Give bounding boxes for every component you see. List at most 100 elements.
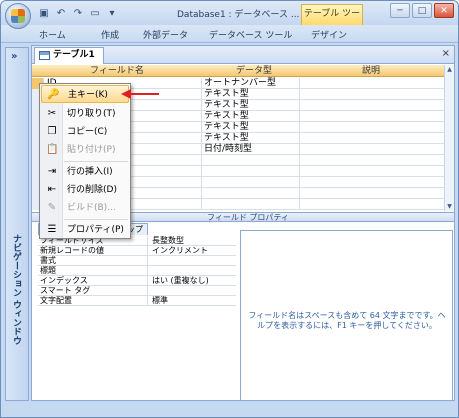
property-row[interactable]: スマート タグ — [38, 286, 236, 296]
ribbon-tabs: ホーム 作成 外部データ データベース ツール デザイン — [1, 25, 458, 43]
customize-icon[interactable]: ▾ — [105, 7, 119, 21]
tab-create[interactable]: 作成 — [101, 28, 119, 41]
office-button[interactable] — [5, 3, 31, 29]
window-title: Database1 : データベース ... — [177, 10, 300, 20]
copy-icon: ❐ — [47, 126, 57, 137]
menu-item-copy[interactable]: ❐ コピー(C) — [41, 123, 129, 141]
window-controls: ─ □ ✕ — [390, 3, 454, 18]
key-icon: 🔑 — [47, 89, 60, 100]
context-menu: 🔑 主キー(K) ✂ 切り取り(T) ❐ コピー(C) 📋 貼り付け(P) ⇥ … — [39, 83, 131, 239]
insert-row-icon: ⇥ — [47, 166, 57, 177]
properties-icon: ☰ — [47, 224, 57, 235]
property-row[interactable]: 書式 — [38, 256, 236, 266]
tab-table1[interactable]: テーブル1 — [34, 47, 104, 64]
expand-chevron-icon[interactable]: » — [11, 51, 17, 62]
access-window: ▣ ↶ ↷ ▭ ▾ Database1 : データベース ... テーブル ツー… — [0, 0, 459, 418]
menu-item-primary-key[interactable]: 🔑 主キー(K) — [41, 85, 129, 103]
data-type-cell[interactable] — [202, 199, 300, 210]
redo-icon[interactable]: ↷ — [71, 7, 85, 21]
help-text: フィールド名はスペースも含めて 64 文字までです。ヘルプを表示するには、F1 … — [248, 311, 446, 330]
close-window-button[interactable]: ✕ — [434, 3, 454, 18]
property-name: 標題 — [38, 266, 148, 276]
property-name: 文字配置 — [38, 296, 148, 306]
property-value[interactable] — [150, 286, 236, 296]
header-data-type: データ型 — [236, 66, 273, 76]
data-type-cell[interactable] — [202, 166, 300, 177]
property-value[interactable]: 標準 — [150, 296, 236, 306]
menu-item-label: 貼り付け(P) — [67, 145, 116, 155]
tab-home[interactable]: ホーム — [39, 28, 66, 41]
scroll-down-icon[interactable]: ▼ — [445, 202, 454, 211]
property-value[interactable]: インクリメント — [150, 246, 236, 256]
build-icon: ✎ — [47, 202, 57, 213]
menu-item-label: プロパティ(P) — [67, 225, 124, 235]
table-tools-context-tab: テーブル ツール — [301, 4, 363, 37]
design-grid-header: フィールド名 データ型 説明 — [32, 65, 444, 77]
data-type-cell[interactable]: テキスト型 — [202, 133, 300, 144]
property-name: スマート タグ — [38, 286, 148, 296]
document-tab-strip: テーブル1 × — [32, 46, 454, 64]
property-value[interactable] — [150, 266, 236, 276]
data-type-cell[interactable] — [202, 155, 300, 166]
header-field-name: フィールド名 — [90, 66, 144, 76]
new-icon[interactable]: ▭ — [88, 7, 102, 21]
office-logo-icon — [11, 9, 25, 23]
tab-table1-label: テーブル1 — [53, 50, 95, 60]
menu-item-label: 行の削除(D) — [67, 185, 117, 195]
undo-icon[interactable]: ↶ — [54, 7, 68, 21]
close-document-icon[interactable]: × — [442, 48, 450, 59]
menu-item-label: 主キー(K) — [68, 90, 108, 100]
data-type-cell[interactable]: テキスト型 — [202, 89, 300, 100]
maximize-button[interactable]: □ — [412, 3, 432, 18]
property-name: 新規レコードの値 — [38, 246, 148, 256]
title-bar: ▣ ↶ ↷ ▭ ▾ Database1 : データベース ... テーブル ツー… — [1, 1, 458, 37]
field-properties-grid: フィールドサイズ 長整数型 新規レコードの値 インクリメント 書式 標題 インデ… — [38, 236, 236, 306]
property-value[interactable] — [150, 256, 236, 266]
quick-access-toolbar: ▣ ↶ ↷ ▭ ▾ — [37, 6, 119, 22]
tab-design[interactable]: デザイン — [311, 28, 347, 41]
property-row[interactable]: 標題 — [38, 266, 236, 276]
property-row[interactable]: インデックス はい (重複なし) — [38, 276, 236, 286]
data-type-cell[interactable]: テキスト型 — [202, 111, 300, 122]
annotation-arrow-icon — [121, 89, 159, 99]
menu-item-cut[interactable]: ✂ 切り取り(T) — [41, 105, 129, 123]
property-value[interactable]: はい (重複なし) — [150, 276, 236, 286]
design-grid-scrollbar[interactable]: ▲ ▼ — [444, 65, 454, 211]
menu-item-paste[interactable]: 📋 貼り付け(P) — [41, 141, 129, 159]
scissors-icon: ✂ — [47, 108, 57, 119]
menu-item-build[interactable]: ✎ ビルド(B)... — [41, 199, 129, 217]
data-type-cell[interactable]: テキスト型 — [202, 100, 300, 111]
save-icon[interactable]: ▣ — [37, 7, 51, 21]
menu-item-label: ビルド(B)... — [67, 203, 116, 213]
help-text-box: フィールド名はスペースも含めて 64 文字までです。ヘルプを表示するには、F1 … — [240, 230, 453, 401]
data-type-cell[interactable]: テキスト型 — [202, 122, 300, 133]
property-row[interactable]: 新規レコードの値 インクリメント — [38, 246, 236, 256]
delete-row-icon: ⇤ — [47, 184, 57, 195]
property-name: インデックス — [38, 276, 148, 286]
tab-database-tools[interactable]: データベース ツール — [209, 28, 292, 41]
minimize-button[interactable]: ─ — [390, 3, 410, 18]
navigation-pane[interactable]: » ナビゲーション ウィンドウ — [5, 47, 29, 401]
menu-item-properties[interactable]: ☰ プロパティ(P) — [41, 221, 129, 239]
property-value[interactable]: 長整数型 — [150, 236, 236, 246]
menu-item-label: 行の挿入(I) — [67, 167, 113, 177]
menu-item-label: 切り取り(T) — [67, 109, 116, 119]
header-description: 説明 — [362, 66, 381, 76]
field-properties-label: フィールド プロパティ — [207, 213, 289, 222]
tab-external-data[interactable]: 外部データ — [143, 28, 188, 41]
data-type-cell[interactable]: 日付/時刻型 — [202, 144, 300, 155]
menu-item-insert-row[interactable]: ⇥ 行の挿入(I) — [41, 163, 129, 181]
menu-item-delete-row[interactable]: ⇤ 行の削除(D) — [41, 181, 129, 199]
navigation-pane-label: ナビゲーション ウィンドウ — [11, 234, 21, 346]
data-type-cell[interactable] — [202, 177, 300, 188]
menu-item-label: コピー(C) — [67, 127, 108, 137]
paste-icon: 📋 — [46, 144, 59, 155]
data-type-cell[interactable] — [202, 188, 300, 199]
menu-separator — [64, 161, 128, 162]
scroll-up-icon[interactable]: ▲ — [445, 65, 454, 74]
property-row[interactable]: 文字配置 標準 — [38, 296, 236, 306]
property-name: 書式 — [38, 256, 148, 266]
data-type-cell[interactable]: オートナンバー型 — [202, 78, 300, 89]
table-icon — [39, 51, 50, 60]
menu-separator — [64, 219, 128, 220]
